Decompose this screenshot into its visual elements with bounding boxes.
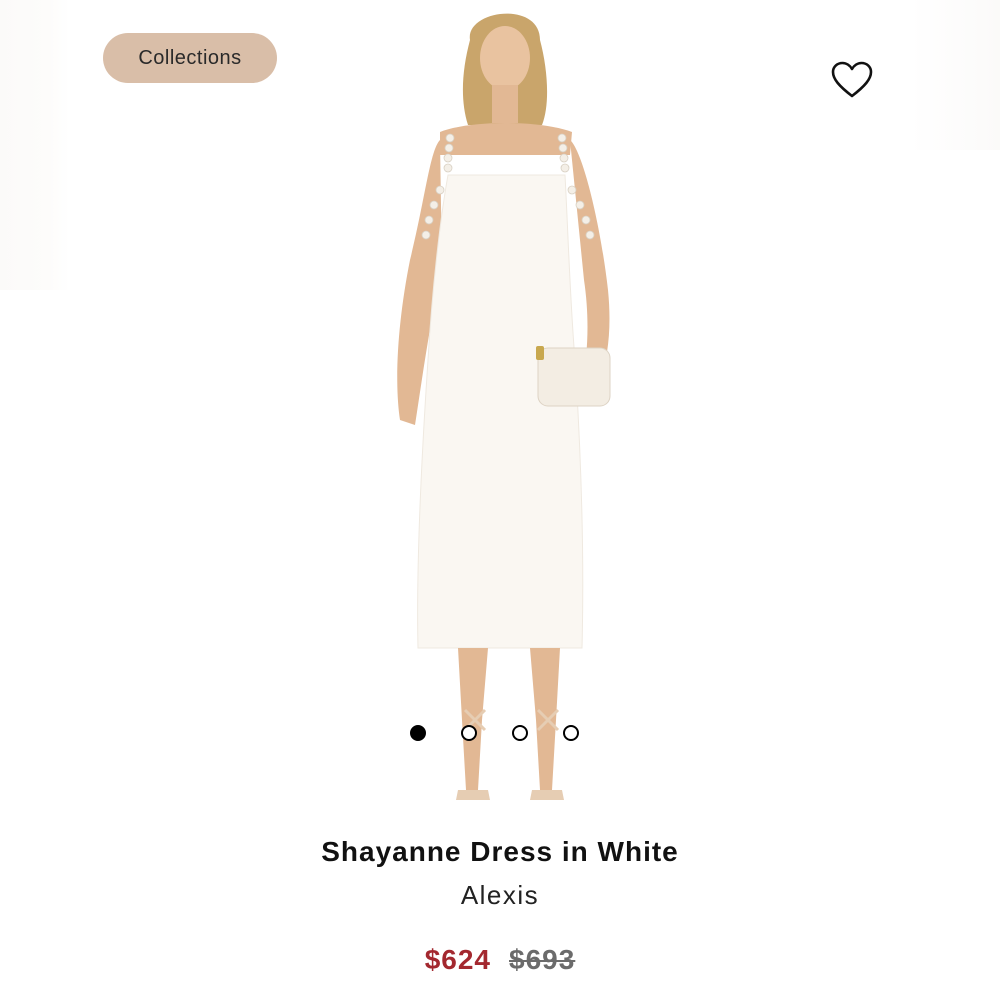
adjacent-image-edge: [910, 0, 1000, 150]
product-image[interactable]: [370, 0, 640, 820]
sandals: [456, 790, 490, 800]
carousel-dot-1[interactable]: [410, 725, 426, 741]
product-title: Shayanne Dress in White: [321, 836, 679, 867]
carousel-pagination: [410, 725, 579, 741]
collections-button[interactable]: Collections: [103, 33, 277, 83]
carousel-dot-3[interactable]: [512, 725, 528, 741]
sale-price: $624: [424, 944, 491, 975]
product-page: Collections Shayanne Dress in White Alex…: [0, 0, 1000, 1000]
heart-outline-icon: [831, 61, 873, 98]
adjacent-image-edge: [0, 0, 70, 290]
favorite-button[interactable]: [828, 56, 876, 104]
brand-name[interactable]: Alexis: [0, 880, 1000, 911]
price-row: $624 $693: [0, 944, 1000, 976]
original-price: $693: [509, 944, 576, 975]
carousel-dot-4[interactable]: [563, 725, 579, 741]
carousel-dot-2[interactable]: [461, 725, 477, 741]
model-face: [480, 26, 530, 90]
dress: [417, 174, 584, 649]
clutch-bag: [537, 347, 611, 407]
